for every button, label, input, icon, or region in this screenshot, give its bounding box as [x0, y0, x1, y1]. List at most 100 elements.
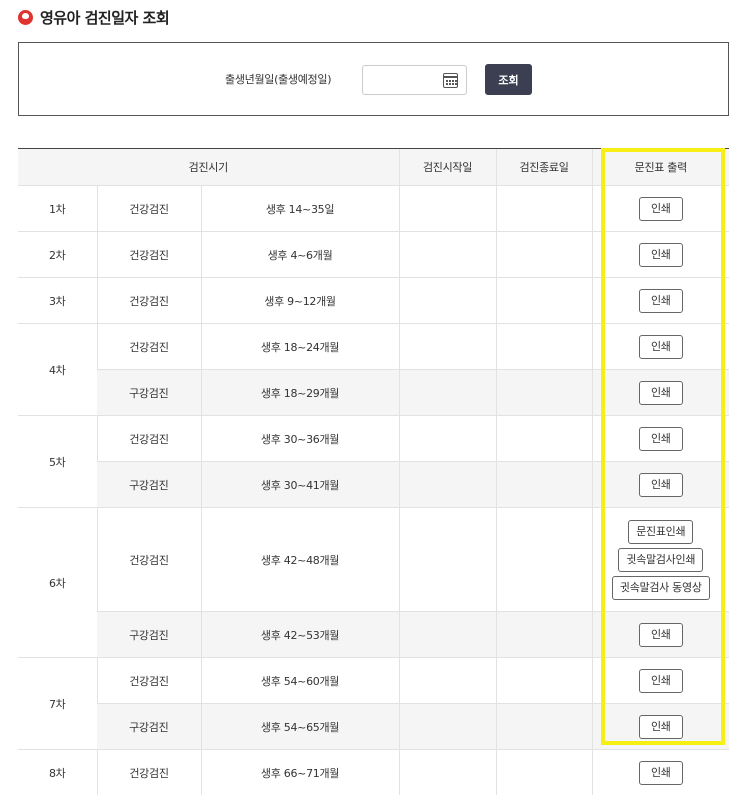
type-cell: 구강검진	[97, 461, 201, 508]
header-end-date: 검진종료일	[495, 148, 593, 186]
table-row: 2차 건강검진 생후 4~6개월 인쇄	[18, 231, 729, 278]
whisper-test-print-button[interactable]: 귓속말검사인쇄	[618, 547, 704, 572]
checkup-schedule-table: 검진시기 검진시작일 검진종료일 문진표 출력 1차 건강검진 생후 14~35…	[18, 148, 729, 795]
start-date-cell	[398, 415, 497, 462]
age-cell: 생후 54~60개월	[200, 657, 400, 704]
type-cell: 구강검진	[97, 611, 201, 658]
end-date-cell	[495, 369, 593, 416]
start-date-cell	[398, 657, 497, 704]
print-cell: 문진표인쇄 귓속말검사인쇄 귓속말검사 동영상	[591, 507, 729, 612]
whisper-test-video-button[interactable]: 귓속말검사 동영상	[611, 575, 710, 600]
print-button[interactable]: 인쇄	[638, 760, 683, 785]
round-cell: 3차	[18, 277, 97, 324]
print-cell: 인쇄	[591, 749, 729, 795]
type-cell: 건강검진	[96, 749, 201, 795]
age-cell: 생후 42~53개월	[200, 611, 400, 658]
print-cell: 인쇄	[591, 703, 729, 750]
header-period: 검진시기	[18, 148, 400, 186]
type-cell: 건강검진	[96, 231, 201, 278]
questionnaire-print-button[interactable]: 문진표인쇄	[628, 519, 694, 544]
print-button[interactable]: 인쇄	[638, 426, 683, 451]
birthdate-input[interactable]	[363, 66, 443, 94]
round-cell: 8차	[18, 749, 97, 795]
print-cell: 인쇄	[591, 657, 729, 704]
print-button[interactable]: 인쇄	[638, 196, 683, 221]
table-row: 7차 건강검진 생후 54~60개월 인쇄	[18, 657, 729, 750]
search-panel: 출생년월일(출생예정일) 조회	[18, 42, 729, 116]
page-header: 영유아 검진일자 조회	[18, 6, 170, 28]
type-cell: 건강검진	[96, 185, 201, 232]
table-row: 구강검진 생후 30~41개월 인쇄	[18, 461, 729, 508]
end-date-cell	[495, 749, 593, 795]
age-cell: 생후 42~48개월	[200, 507, 400, 612]
round-cell: 5차	[18, 415, 97, 508]
table-row: 3차 건강검진 생후 9~12개월 인쇄	[18, 277, 729, 324]
end-date-cell	[495, 611, 593, 658]
type-cell: 구강검진	[97, 369, 201, 416]
table-row: 6차 건강검진 생후 42~48개월 문진표인쇄 귓속말검사인쇄 귓속말검사 동…	[18, 507, 729, 658]
print-button[interactable]: 인쇄	[638, 714, 683, 739]
round-cell: 2차	[18, 231, 97, 278]
calendar-icon[interactable]	[443, 73, 458, 88]
end-date-cell	[495, 323, 593, 370]
table-row: 1차 건강검진 생후 14~35일 인쇄	[18, 185, 729, 232]
type-cell: 구강검진	[97, 703, 201, 750]
start-date-cell	[398, 611, 497, 658]
birthdate-field[interactable]	[362, 65, 467, 95]
age-cell: 생후 30~36개월	[200, 415, 400, 462]
table-row: 구강검진 생후 54~65개월 인쇄	[18, 703, 729, 750]
birthdate-label: 출생년월일(출생예정일)	[225, 73, 332, 86]
location-pin-icon	[18, 9, 33, 25]
end-date-cell	[495, 185, 593, 232]
table-row: 구강검진 생후 18~29개월 인쇄	[18, 369, 729, 416]
print-cell: 인쇄	[591, 369, 729, 416]
type-cell: 건강검진	[96, 507, 201, 612]
end-date-cell	[495, 703, 593, 750]
print-button[interactable]: 인쇄	[638, 288, 683, 313]
print-cell: 인쇄	[591, 415, 729, 462]
type-cell: 건강검진	[96, 323, 201, 370]
print-cell: 인쇄	[591, 461, 729, 508]
start-date-cell	[398, 749, 497, 795]
print-button[interactable]: 인쇄	[638, 668, 683, 693]
print-cell: 인쇄	[591, 323, 729, 370]
round-cell: 7차	[18, 657, 97, 750]
age-cell: 생후 18~29개월	[200, 369, 400, 416]
print-button[interactable]: 인쇄	[638, 242, 683, 267]
age-cell: 생후 54~65개월	[200, 703, 400, 750]
table-row: 4차 건강검진 생후 18~24개월 인쇄	[18, 323, 729, 416]
header-print: 문진표 출력	[591, 148, 729, 186]
table-row: 구강검진 생후 42~53개월 인쇄	[18, 611, 729, 658]
end-date-cell	[495, 415, 593, 462]
start-date-cell	[398, 277, 497, 324]
age-cell: 생후 66~71개월	[200, 749, 400, 795]
age-cell: 생후 14~35일	[200, 185, 400, 232]
end-date-cell	[495, 461, 593, 508]
start-date-cell	[398, 323, 497, 370]
round-cell: 6차	[18, 507, 97, 658]
print-button-group: 문진표인쇄 귓속말검사인쇄 귓속말검사 동영상	[593, 519, 729, 600]
print-cell: 인쇄	[591, 231, 729, 278]
end-date-cell	[495, 507, 593, 612]
start-date-cell	[398, 231, 497, 278]
age-cell: 생후 9~12개월	[200, 277, 400, 324]
print-cell: 인쇄	[591, 185, 729, 232]
end-date-cell	[495, 277, 593, 324]
print-button[interactable]: 인쇄	[638, 472, 683, 497]
round-cell: 1차	[18, 185, 97, 232]
start-date-cell	[398, 461, 497, 508]
type-cell: 건강검진	[96, 415, 201, 462]
start-date-cell	[398, 185, 497, 232]
print-button[interactable]: 인쇄	[638, 334, 683, 359]
round-cell: 4차	[18, 323, 97, 416]
age-cell: 생후 4~6개월	[200, 231, 400, 278]
print-cell: 인쇄	[591, 611, 729, 658]
age-cell: 생후 18~24개월	[200, 323, 400, 370]
print-button[interactable]: 인쇄	[638, 622, 683, 647]
header-start-date: 검진시작일	[398, 148, 497, 186]
print-button[interactable]: 인쇄	[638, 380, 683, 405]
end-date-cell	[495, 657, 593, 704]
page-title: 영유아 검진일자 조회	[40, 8, 170, 27]
start-date-cell	[398, 703, 497, 750]
search-button[interactable]: 조회	[485, 64, 532, 95]
